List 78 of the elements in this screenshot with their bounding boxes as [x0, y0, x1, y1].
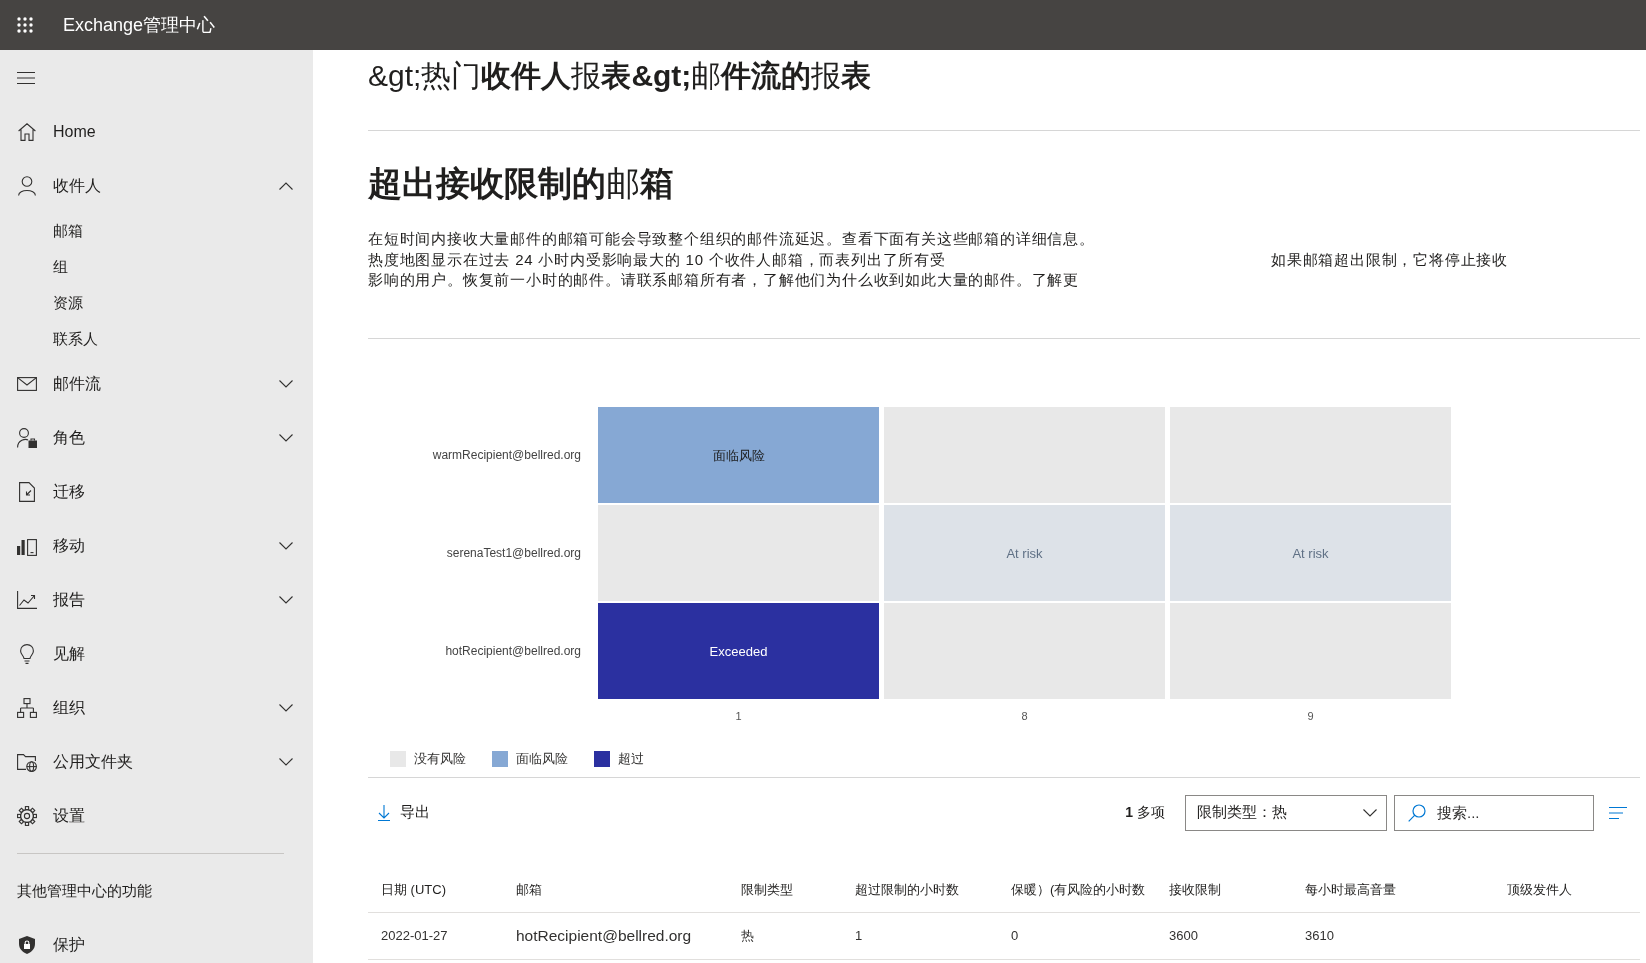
item-count: 1 多项 — [1125, 803, 1165, 822]
section-title: 其他管理中心的功能 — [16, 881, 153, 901]
legend-label: 没有风险 — [414, 749, 466, 768]
table-cell-text: 0 — [1010, 928, 1019, 943]
nav-item[interactable]: 设置 — [0, 789, 313, 843]
heatmap-cell[interactable] — [1170, 602, 1451, 699]
column-header[interactable]: 顶级发件人 — [1494, 880, 1572, 899]
legend-label: 面临风险 — [516, 749, 568, 768]
table-cell-text: 2022-01-27 — [380, 928, 448, 943]
legend-label: 超过 — [618, 749, 644, 768]
chevron-down-icon — [1363, 808, 1377, 817]
export-button[interactable]: 导出 — [378, 801, 430, 824]
lines-icon[interactable] — [1609, 806, 1627, 819]
column-label: 9 — [1307, 709, 1314, 722]
table-cell-text: 3610 — [1304, 928, 1334, 943]
nav-item[interactable]: 移动 — [0, 519, 313, 573]
column-header[interactable]: 邮箱 — [503, 880, 542, 899]
nav-subitem[interactable]: 资源 — [0, 285, 313, 321]
table-cell-text: 热 — [740, 926, 754, 945]
section-heading: 超出接收限制的邮箱 — [368, 163, 674, 203]
filter-dropdown[interactable]: 限制类型：热 — [1185, 794, 1387, 831]
nav-item[interactable]: 保护 — [0, 927, 313, 963]
nav-subitem[interactable]: 联系人 — [0, 321, 313, 357]
table-cell-text: 3600 — [1168, 928, 1198, 943]
nav-item[interactable]: 迁移 — [0, 465, 313, 519]
document-arrow-icon — [19, 482, 35, 502]
heatmap-cell[interactable] — [884, 504, 1165, 601]
heatmap-cell[interactable] — [598, 504, 879, 601]
search-field[interactable]: 搜索... — [1394, 794, 1594, 831]
column-header[interactable]: 限制类型 — [728, 880, 793, 899]
person-briefcase-icon — [17, 428, 37, 448]
folder-globe-icon — [17, 752, 37, 772]
nav-subitem[interactable]: 邮箱 — [0, 213, 313, 249]
heatmap-cell[interactable] — [598, 406, 879, 503]
column-header[interactable]: 保暖）(有风险的小时数 — [998, 880, 1146, 899]
nav-item[interactable]: 邮件流 — [0, 357, 313, 411]
nav-item[interactable]: 收件人 — [0, 159, 313, 213]
heatmap-cell[interactable] — [884, 602, 1165, 699]
lightbulb-icon — [20, 644, 34, 664]
shield-lock-icon — [19, 936, 35, 954]
column-label: 1 — [735, 709, 742, 722]
nav-item[interactable]: 报告 — [0, 573, 313, 627]
app-launcher-icon[interactable] — [17, 17, 33, 33]
nav-item[interactable]: 见解 — [0, 627, 313, 681]
column-header[interactable]: 每小时最高音量 — [1292, 880, 1396, 899]
settings-icon — [17, 806, 37, 826]
table-cell-text: hotRecipient@bellred.org — [515, 926, 692, 945]
column-header[interactable]: 超过限制的小时数 — [842, 880, 959, 899]
person-icon — [18, 176, 36, 196]
row-label: warmRecipient@bellred.org — [432, 447, 581, 462]
line-chart-icon — [17, 591, 37, 609]
cell-label: At risk — [1292, 545, 1329, 561]
column-header[interactable]: 日期 (UTC) — [368, 880, 446, 899]
app-title: Exchange管理中心 — [63, 14, 216, 37]
cell-label: Exceeded — [709, 643, 768, 659]
nav-item[interactable]: 组织 — [0, 681, 313, 735]
page-title: &gt;热门收件人报表&gt;邮件流的报表 — [368, 58, 872, 94]
heatmap-cell[interactable] — [1170, 504, 1451, 601]
search-icon — [1408, 803, 1426, 822]
column-header[interactable]: 接收限制 — [1156, 880, 1221, 899]
column-label: 8 — [1021, 709, 1028, 722]
home-icon — [18, 123, 36, 141]
download-icon — [378, 804, 390, 821]
nav-item[interactable]: 公用文件夹 — [0, 735, 313, 789]
envelope-icon — [17, 377, 37, 391]
org-chart-icon — [17, 698, 37, 718]
menu-icon[interactable] — [17, 71, 35, 84]
bar-chart-phone-icon — [17, 536, 37, 556]
nav-subitem[interactable]: 组 — [0, 249, 313, 285]
row-label: serenaTest1@bellred.org — [446, 545, 581, 560]
heatmap-cell[interactable] — [598, 602, 879, 699]
nav-item[interactable]: 角色 — [0, 411, 313, 465]
row-label: hotRecipient@bellred.org — [445, 643, 581, 658]
nav-item[interactable]: Home — [0, 105, 313, 159]
table-cell-text: 1 — [854, 928, 863, 943]
cell-label: At risk — [1006, 545, 1043, 561]
description-text: 在短时间内接收大量邮件的邮箱可能会导致整个组织的邮件流延迟。查看下面有关这些邮箱的详细信息。 热度地图显示在过去 24 小时内受影响最大的 10 个收件人邮箱，而表列出了所有受 如果邮箱超出限制，它将停止接收 影响的用户。恢复前一小时的邮件。请联系邮箱所有者，了解他们为什么收到如此大量的邮件。了解更 — [368, 229, 1508, 290]
cell-label: 面临风险 — [712, 447, 765, 463]
